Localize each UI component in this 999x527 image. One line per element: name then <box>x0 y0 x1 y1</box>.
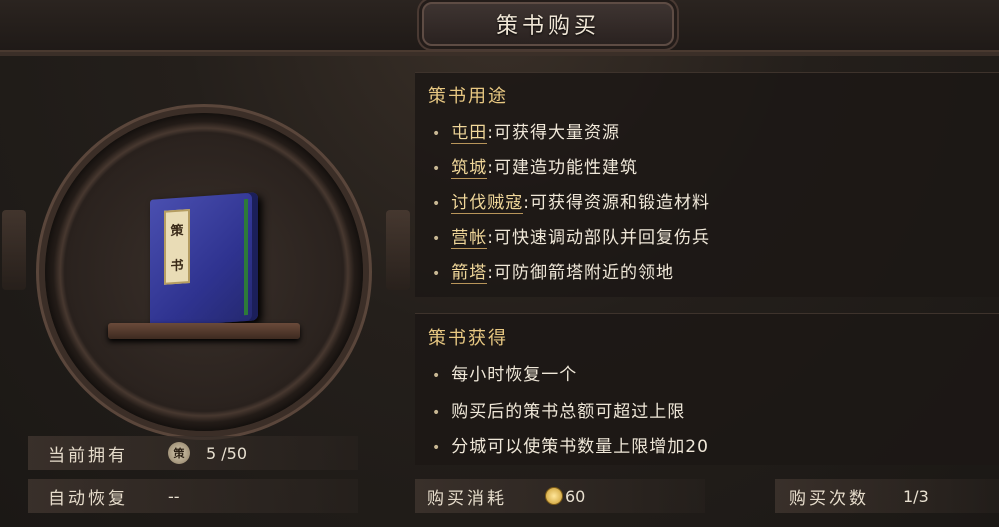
obtain-item: • 分城可以使策书数量上限增加20 <box>432 432 709 457</box>
usage-item: • 筑城 :可建造功能性建筑 <box>432 153 638 179</box>
book-binding <box>244 198 248 316</box>
bullet-icon: • <box>432 440 442 456</box>
book-label-char: 书 <box>170 258 184 275</box>
usage-title: 策书用途 <box>428 86 508 107</box>
usage-keyword[interactable]: 箭塔 <box>451 258 488 284</box>
bullet-icon: • <box>432 231 442 247</box>
obtain-text: 购买后的策书总额可超过上限 <box>451 402 686 422</box>
count-label: 购买次数 <box>789 488 869 509</box>
auto-recover-value: -- <box>168 486 180 506</box>
strategy-book-icon: 策 书 <box>150 192 258 328</box>
bullet-icon: • <box>432 161 442 177</box>
gold-coin-icon <box>545 487 563 505</box>
bullet-icon: • <box>432 126 442 142</box>
page-title: 策书购买 <box>495 14 600 39</box>
obtain-text: 每小时恢复一个 <box>451 365 578 385</box>
usage-item: • 箭塔 :可防御箭塔附近的领地 <box>432 258 674 284</box>
book-token-icon: 策 <box>168 442 190 464</box>
usage-desc: :可获得大量资源 <box>487 123 620 143</box>
usage-item: • 讨伐贼寇 :可获得资源和锻造材料 <box>432 188 710 214</box>
usage-keyword[interactable]: 营帐 <box>451 223 488 249</box>
usage-desc: :可快速调动部队并回复伤兵 <box>487 228 710 248</box>
right-lantern-ornament <box>386 210 410 290</box>
usage-desc: :可获得资源和锻造材料 <box>523 193 710 213</box>
bullet-icon: • <box>432 368 442 384</box>
title-plate: 策书购买 <box>422 2 674 46</box>
book-shelf <box>108 323 300 339</box>
obtain-item: • 购买后的策书总额可超过上限 <box>432 397 685 422</box>
owned-label: 当前拥有 <box>48 445 128 466</box>
usage-keyword[interactable]: 屯田 <box>451 118 488 144</box>
book-purchase-panel: 策书购买 策 书 当前拥有 策 5 /50 自动恢复 -- 策书用途 • 屯田 … <box>0 0 999 527</box>
purchase-count-field: 购买次数 1/3 <box>775 479 999 513</box>
auto-recover-row: 自动恢复 -- <box>28 479 358 513</box>
purchase-cost-field: 购买消耗 60 <box>415 479 705 513</box>
cost-label: 购买消耗 <box>427 488 507 509</box>
owned-row: 当前拥有 策 5 /50 <box>28 436 358 470</box>
count-value: 1/3 <box>903 486 929 506</box>
bullet-icon: • <box>432 266 442 282</box>
book-label: 策 书 <box>164 208 190 285</box>
obtain-title: 策书获得 <box>428 328 508 349</box>
usage-keyword[interactable]: 讨伐贼寇 <box>451 188 524 214</box>
bullet-icon: • <box>432 196 442 212</box>
usage-desc: :可建造功能性建筑 <box>487 158 638 178</box>
usage-item: • 屯田 :可获得大量资源 <box>432 118 620 144</box>
usage-keyword[interactable]: 筑城 <box>451 153 488 179</box>
usage-desc: :可防御箭塔附近的领地 <box>487 263 674 283</box>
usage-item: • 营帐 :可快速调动部队并回复伤兵 <box>432 223 710 249</box>
cost-value: 60 <box>565 486 586 506</box>
obtain-item: • 每小时恢复一个 <box>432 360 577 385</box>
auto-recover-label: 自动恢复 <box>48 488 128 509</box>
bullet-icon: • <box>432 405 442 421</box>
owned-value: 5 /50 <box>206 443 248 463</box>
obtain-text: 分城可以使策书数量上限增加20 <box>451 437 709 457</box>
book-label-char: 策 <box>170 223 184 240</box>
left-lantern-ornament <box>2 210 26 290</box>
